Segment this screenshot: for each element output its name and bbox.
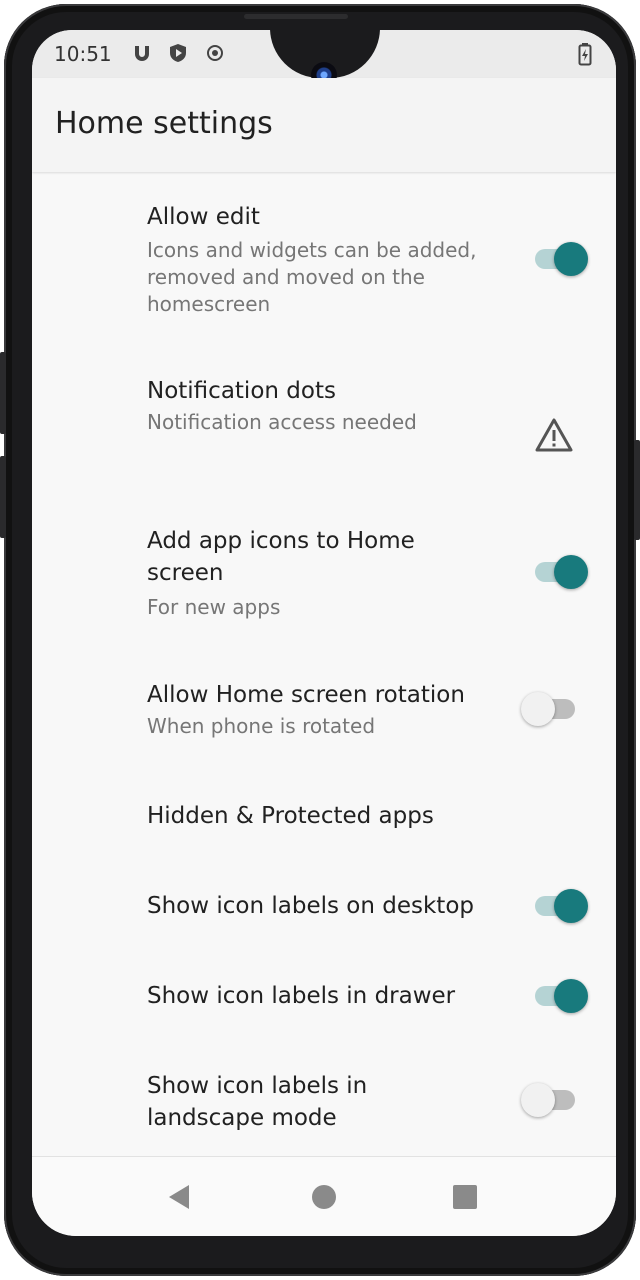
setting-title: Notification dots: [147, 378, 336, 404]
shield-icon: [170, 44, 186, 62]
setting-title: Hidden & Protected apps: [147, 803, 434, 829]
home-icon[interactable]: [306, 1179, 342, 1215]
warning-icon: [535, 418, 573, 452]
status-time: 10:51: [54, 42, 112, 66]
page-title: Home settings: [55, 106, 273, 141]
setting-title: Allow edit: [147, 204, 260, 230]
setting-title: Allow Home screen rotation: [147, 682, 465, 708]
earpiece-speaker: [244, 14, 348, 19]
setting-icon-labels-drawer[interactable]: Show icon labels in drawer: [32, 924, 616, 1014]
setting-summary: For new apps: [147, 595, 281, 619]
navigation-bar: [32, 1156, 616, 1236]
face-badge-icon: [135, 46, 149, 61]
switch-thumb: [554, 979, 588, 1013]
record-icon: [207, 45, 223, 61]
switch-thumb: [521, 692, 555, 726]
add-app-icons-switch[interactable]: [529, 552, 589, 592]
recents-icon[interactable]: [447, 1179, 483, 1215]
setting-icon-labels-desktop[interactable]: Show icon labels on desktop: [32, 834, 616, 924]
icon-labels-drawer-switch[interactable]: [529, 976, 589, 1016]
allow-edit-switch[interactable]: [529, 239, 589, 279]
setting-allow-edit[interactable]: Allow edit Icons and widgets can be adde…: [32, 173, 616, 345]
phone-frame: 10:51 Home settings Allow edit Icons and…: [0, 4, 640, 1276]
volume-button-lower: [0, 456, 6, 538]
power-button: [634, 440, 640, 540]
setting-summary: When phone is rotated: [147, 714, 376, 738]
switch-thumb: [554, 555, 588, 589]
setting-title: Show icon labels on desktop: [147, 893, 474, 919]
switch-thumb: [521, 1083, 555, 1117]
setting-summary: Icons and widgets can be added, removed …: [147, 238, 477, 316]
setting-title: Show icon labels in drawer: [147, 983, 456, 1009]
icon-labels-landscape-switch[interactable]: [521, 1080, 581, 1120]
setting-add-app-icons[interactable]: Add app icons to Home screen For new app…: [32, 467, 616, 622]
setting-hidden-protected-apps[interactable]: Hidden & Protected apps: [32, 744, 616, 834]
app-bar: Home settings: [32, 78, 616, 172]
setting-title: Show icon labels in landscape mode: [147, 1073, 368, 1131]
icon-labels-desktop-switch[interactable]: [529, 886, 589, 926]
setting-icon-labels-landscape[interactable]: Show icon labels in landscape mode: [32, 1014, 616, 1154]
switch-thumb: [554, 242, 588, 276]
home-screen-rotation-switch[interactable]: [521, 689, 581, 729]
setting-home-screen-rotation[interactable]: Allow Home screen rotation When phone is…: [32, 622, 616, 744]
battery-charging-icon: [578, 43, 592, 66]
volume-button: [0, 352, 6, 434]
setting-summary: Notification access needed: [147, 410, 417, 434]
back-icon[interactable]: [162, 1179, 198, 1215]
switch-thumb: [554, 889, 588, 923]
setting-notification-dots[interactable]: Notification dots Notification access ne…: [32, 345, 616, 467]
setting-title: Add app icons to Home screen: [147, 528, 415, 586]
screen: 10:51 Home settings Allow edit Icons and…: [32, 30, 616, 1236]
